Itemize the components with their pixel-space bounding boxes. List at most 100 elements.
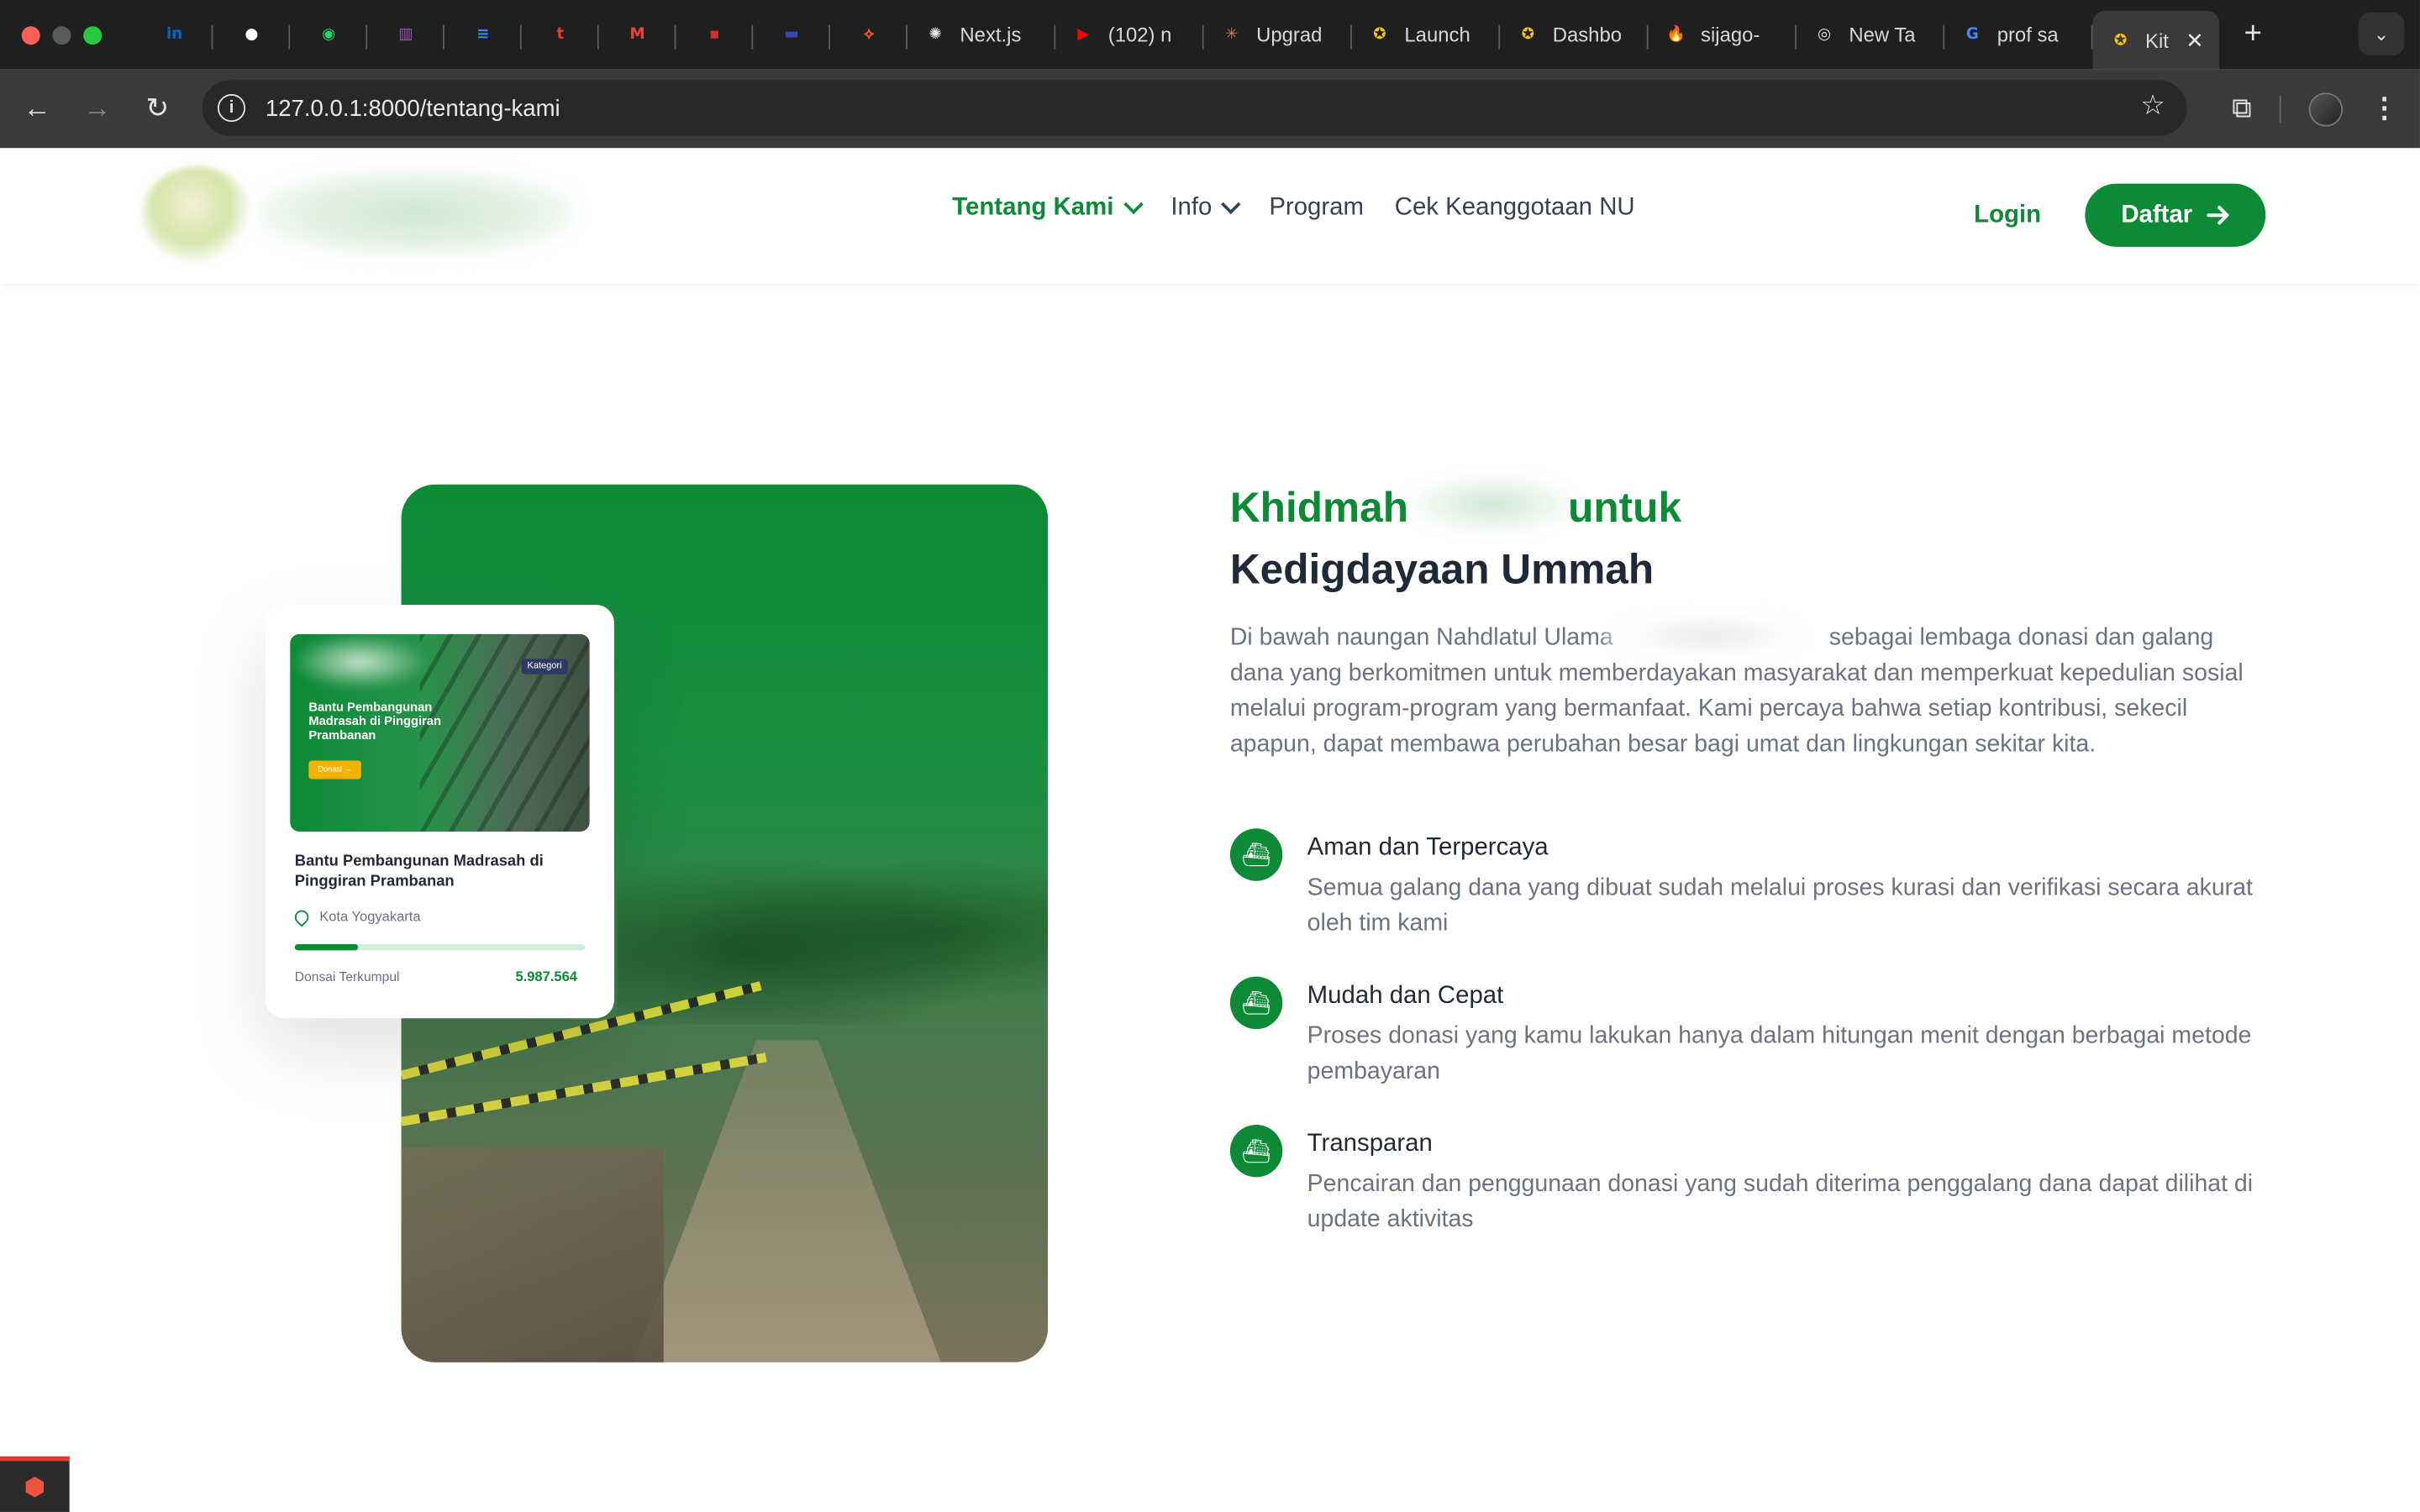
about-heading-line2: Kedigdayaan Ummah bbox=[1229, 546, 1655, 593]
browser-tab[interactable]: ● bbox=[213, 8, 291, 60]
ship-icon: ⛴ bbox=[1229, 828, 1283, 881]
claude-icon: ✳ bbox=[1224, 26, 1239, 44]
browser-tab-active[interactable]: ✪ Kit ✕ bbox=[2092, 10, 2220, 70]
youtube-icon: ▶ bbox=[1077, 26, 1090, 44]
tab-title: Launch bbox=[1404, 23, 1470, 47]
back-button[interactable]: ← bbox=[14, 86, 60, 132]
browser-tab[interactable]: ✳ Upgrad bbox=[1204, 8, 1352, 60]
donation-progress-bar bbox=[294, 944, 586, 951]
browser-menu-icon[interactable]: ⋮ bbox=[2370, 92, 2398, 125]
forward-button[interactable]: → bbox=[74, 86, 120, 132]
browser-tab[interactable]: ✪ Launch bbox=[1352, 8, 1501, 60]
nav-item-tentang-kami[interactable]: Tentang Kami bbox=[952, 194, 1144, 222]
tab-title: sijago- bbox=[1701, 23, 1760, 47]
reload-button[interactable]: ↻ bbox=[134, 86, 181, 132]
new-tab-button[interactable]: + bbox=[2244, 17, 2262, 52]
browser-tab[interactable]: 🔥 sijago- bbox=[1649, 8, 1797, 60]
browser-tab[interactable]: ▶ (102) n bbox=[1055, 8, 1204, 60]
tab-title: New Ta bbox=[1849, 23, 1916, 47]
image-trees bbox=[617, 839, 1049, 1025]
browser-toolbar: ← → ↻ i 127.0.0.1:8000/tentang-kami ☆ ⧉ … bbox=[0, 69, 2420, 149]
feature-text: Semua galang dana yang dibuat sudah mela… bbox=[1307, 874, 2253, 937]
login-link[interactable]: Login bbox=[1974, 202, 2041, 230]
tab-title: Upgrad bbox=[1256, 23, 1323, 47]
donation-progress-fill bbox=[294, 944, 359, 951]
ship-icon: ⛴ bbox=[1229, 1124, 1283, 1178]
google-icon: G bbox=[1965, 26, 1979, 44]
maximize-window-button[interactable] bbox=[83, 25, 103, 45]
minimize-window-button[interactable] bbox=[52, 25, 71, 45]
nav-item-info[interactable]: Info bbox=[1171, 194, 1242, 222]
description-redacted bbox=[1602, 607, 1818, 664]
nav-label: Cek Keanggotaan NU bbox=[1394, 194, 1635, 221]
window-controls bbox=[21, 25, 103, 45]
feature-title: Transparan bbox=[1307, 1131, 1433, 1158]
chevron-down-icon bbox=[1123, 194, 1144, 215]
feature-title: Mudah dan Cepat bbox=[1307, 982, 1504, 1010]
profile-avatar[interactable] bbox=[2308, 92, 2344, 126]
browser-tab[interactable]: ▪ bbox=[676, 8, 754, 60]
browser-tab-bar: in ● ◉ ▥ ≡ t M ▪ ▬ ⟡ ✺ Next.js ▶ (102) n ✳ Upgrad ✪ Launc… bbox=[0, 0, 2420, 70]
site-icon: ▬ bbox=[784, 26, 799, 44]
tab-strip: in ● ◉ ▥ ≡ t M ▪ ▬ ⟡ ✺ Next.js ▶ (102) n ✳ Upgrad ✪ Launc… bbox=[136, 0, 2093, 70]
campaign-image-title: Bantu Pembangunan Madrasah di Pinggiran … bbox=[308, 700, 441, 743]
image-road bbox=[633, 1039, 942, 1362]
tab-search-button[interactable]: ⌄ bbox=[2358, 12, 2405, 56]
chevron-down-icon: ⌄ bbox=[2373, 23, 2390, 45]
campaign-card[interactable]: Kategori Bantu Pembangunan Madrasah di P… bbox=[265, 604, 615, 1019]
laravel-debugbar-icon[interactable]: ⬢ bbox=[0, 1456, 70, 1512]
nu-icon: ✪ bbox=[2113, 31, 2128, 49]
about-heading-part1: Khidmah bbox=[1229, 484, 1409, 531]
browser-tab[interactable]: Gprof sa bbox=[1944, 8, 2093, 60]
feature-text: Pencairan dan penggunaan donasi yang sud… bbox=[1307, 1171, 2254, 1233]
about-heading-part2: untuk bbox=[1568, 484, 1682, 531]
campaign-location: Kota Yogyakarta bbox=[292, 906, 421, 927]
nav-label: Program bbox=[1269, 194, 1365, 221]
bookmark-star-icon[interactable]: ☆ bbox=[2140, 90, 2165, 123]
donate-mini-button: Donasi → bbox=[308, 760, 361, 780]
nu-icon: ✪ bbox=[1373, 26, 1386, 44]
chrome-icon: ◎ bbox=[1817, 26, 1831, 44]
nav-item-cek-keanggotaan-nu[interactable]: Cek Keanggotaan NU bbox=[1395, 194, 1635, 222]
nav-item-program[interactable]: Program bbox=[1269, 194, 1364, 222]
site-logo[interactable] bbox=[141, 166, 254, 263]
browser-tab[interactable]: ✺ Next.js bbox=[908, 8, 1056, 60]
close-window-button[interactable] bbox=[21, 25, 40, 45]
site-header: Tentang Kami Info Program Cek Keanggotaan N… bbox=[0, 148, 2420, 284]
campaign-title[interactable]: Bantu Pembangunan Madrasah di Pinggiran … bbox=[295, 852, 588, 892]
browser-tab[interactable]: ≡ bbox=[445, 8, 522, 60]
arrow-right-icon bbox=[2206, 206, 2228, 225]
main-nav: Tentang Kami Info Program Cek Keanggotaan N… bbox=[952, 194, 1634, 222]
browser-tab[interactable]: M bbox=[599, 8, 676, 60]
chevron-down-icon bbox=[1221, 194, 1242, 215]
campaign-logo-redacted bbox=[290, 633, 429, 690]
laravel-icon: ⟡ bbox=[863, 26, 875, 44]
browser-tab[interactable]: ◉ bbox=[290, 8, 368, 60]
browser-tab[interactable]: ✪ Dashbo bbox=[1500, 8, 1649, 60]
openai-icon: ✺ bbox=[929, 26, 942, 44]
register-button[interactable]: Daftar bbox=[2085, 183, 2266, 247]
browser-tab[interactable]: ⟡ bbox=[830, 8, 908, 60]
close-tab-icon[interactable]: ✕ bbox=[2186, 27, 2204, 53]
browser-tab[interactable]: ◎ New Ta bbox=[1797, 8, 1945, 60]
nu-icon: ✪ bbox=[1521, 26, 1535, 44]
collected-value: 5.987.564 bbox=[515, 969, 578, 984]
url-text[interactable]: 127.0.0.1:8000/tentang-kami bbox=[266, 95, 560, 121]
location-text: Kota Yogyakarta bbox=[319, 908, 421, 925]
browser-tab[interactable]: t bbox=[522, 8, 599, 60]
site-info-icon[interactable]: i bbox=[217, 94, 246, 123]
extensions-puzzle-icon[interactable]: ⧉ bbox=[2232, 92, 2252, 125]
browser-tab[interactable]: ▬ bbox=[753, 8, 831, 60]
location-pin-icon bbox=[292, 906, 312, 927]
browser-tab[interactable]: ▥ bbox=[367, 8, 445, 60]
browser-tab[interactable]: in bbox=[136, 8, 213, 60]
heading-redacted bbox=[1407, 473, 1578, 536]
tab-title: Dashbo bbox=[1552, 23, 1623, 47]
feature-title: Aman dan Terpercaya bbox=[1307, 834, 1549, 861]
toolbar-divider bbox=[2279, 94, 2281, 123]
register-label: Daftar bbox=[2121, 201, 2193, 228]
address-bar[interactable]: i 127.0.0.1:8000/tentang-kami ☆ bbox=[202, 80, 2187, 136]
tab-title: Next.js bbox=[960, 23, 1022, 47]
site-logo-text-redacted bbox=[255, 170, 575, 256]
github-icon: ● bbox=[245, 26, 259, 44]
